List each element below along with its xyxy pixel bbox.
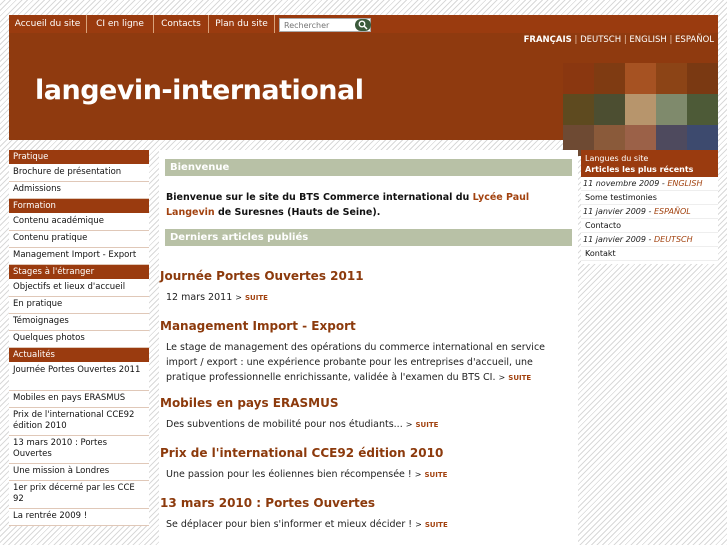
menu-item-photos[interactable]: Quelques photos xyxy=(9,331,149,348)
article-text: Une passion pour les éoliennes bien réco… xyxy=(166,469,412,480)
arrow-icon: > xyxy=(414,470,422,479)
mosaic-tile xyxy=(687,94,718,125)
menu-item-contenu-academique[interactable]: Contenu académique xyxy=(9,214,149,231)
menu-item-portes-ouvertes-2010[interactable]: 13 mars 2010 : Portes Ouvertes xyxy=(9,436,149,464)
mosaic-tile xyxy=(656,94,687,125)
menu-item-temoignages[interactable]: Témoignages xyxy=(9,314,149,331)
menu-item-prix-cce92[interactable]: Prix de l'international CCE92 édition 20… xyxy=(9,408,149,436)
article-summary: 12 mars 2011 > SUITE xyxy=(166,290,566,306)
article-language[interactable]: DEUTSCH xyxy=(654,235,693,244)
recent-article-date: 11 novembre 2009 - ENGLISH xyxy=(581,177,718,191)
article-summary: Des subventions de mobilité pour nos étu… xyxy=(166,417,566,433)
menu-section-formation[interactable]: Formation xyxy=(9,199,149,214)
mosaic-tile xyxy=(594,94,625,125)
date-text: 11 novembre 2009 xyxy=(583,179,660,188)
recent-article-date: 11 janvier 2009 - ESPAÑOL xyxy=(581,205,718,219)
arrow-icon: > xyxy=(415,520,422,529)
date-separator: - xyxy=(646,207,654,216)
left-menu: Pratique Brochure de présentation Admiss… xyxy=(9,150,149,526)
date-text: 11 janvier 2009 xyxy=(583,235,646,244)
welcome-text-end: de Suresnes (Hauts de Seine). xyxy=(214,207,381,218)
article-title[interactable]: Prix de l'international CCE92 édition 20… xyxy=(160,446,443,460)
lang-espanol[interactable]: ESPAÑOL xyxy=(675,35,714,45)
search-button[interactable] xyxy=(355,19,371,31)
lang-francais[interactable]: FRANÇAIS xyxy=(524,35,572,45)
article-summary: Une passion pour les éoliennes bien réco… xyxy=(166,467,566,483)
site-languages-title: Langues du site xyxy=(585,154,649,163)
suite-link[interactable]: SUITE xyxy=(245,294,268,302)
article-title[interactable]: 13 mars 2010 : Portes Ouvertes xyxy=(160,496,375,510)
lang-separator: | xyxy=(669,35,673,45)
mosaic-tile xyxy=(563,63,594,94)
recent-article-link[interactable]: Kontakt xyxy=(581,247,718,261)
article-language[interactable]: ESPAÑOL xyxy=(654,207,691,216)
article-text: Le stage de management des opérations du… xyxy=(166,342,546,383)
suite-link[interactable]: SUITE xyxy=(424,471,447,479)
mosaic-tile xyxy=(563,94,594,125)
welcome-text: Bienvenue sur le site du BTS Commerce in… xyxy=(166,190,566,220)
arrow-icon: > xyxy=(498,373,506,382)
menu-section-stages[interactable]: Stages à l'étranger xyxy=(9,265,149,280)
menu-section-actualites[interactable]: Actualités xyxy=(9,348,149,363)
nav-contacts[interactable]: Contacts xyxy=(154,15,209,33)
lang-english[interactable]: ENGLISH xyxy=(629,35,666,45)
suite-link[interactable]: SUITE xyxy=(425,521,448,529)
search-icon xyxy=(358,20,368,30)
mosaic-tile xyxy=(625,94,656,125)
article-summary: Se déplacer pour bien s'informer et mieu… xyxy=(166,517,566,533)
menu-item-admissions[interactable]: Admissions xyxy=(9,182,149,199)
lang-separator: | xyxy=(623,35,627,45)
article-language[interactable]: ENGLISH xyxy=(667,179,702,188)
article-text: 12 mars 2011 xyxy=(166,292,233,303)
main-content: Bienvenue Bienvenue sur le site du BTS C… xyxy=(159,150,578,545)
menu-item-rentree-2009[interactable]: La rentrée 2009 ! xyxy=(9,509,149,526)
arrow-icon: > xyxy=(405,420,413,429)
date-separator: - xyxy=(646,235,654,244)
recent-article-link[interactable]: Some testimonies xyxy=(581,191,718,205)
right-column: Langues du site Articles les plus récent… xyxy=(581,150,718,264)
suite-link[interactable]: SUITE xyxy=(415,421,438,429)
nav-plan-du-site[interactable]: Plan du site xyxy=(209,15,275,33)
site-header: FRANÇAIS | DEUTSCH | ENGLISH | ESPAÑOL l… xyxy=(9,33,718,156)
menu-item-en-pratique[interactable]: En pratique xyxy=(9,297,149,314)
article-title[interactable]: Mobiles en pays ERASMUS xyxy=(160,396,338,410)
article-text: Se déplacer pour bien s'informer et mieu… xyxy=(166,519,413,530)
menu-item-1er-prix[interactable]: 1er prix décerné par les CCE 92 xyxy=(9,481,149,509)
recent-article-link[interactable]: Contacto xyxy=(581,219,718,233)
article-title[interactable]: Management Import - Export xyxy=(160,319,356,333)
welcome-text-start: Bienvenue sur le site du BTS Commerce in… xyxy=(166,192,473,203)
mosaic-tile xyxy=(687,63,718,94)
menu-item-jpo-2011[interactable]: Journée Portes Ouvertes 2011 xyxy=(9,363,149,391)
article-text: Des subventions de mobilité pour nos étu… xyxy=(166,419,403,430)
date-text: 11 janvier 2009 xyxy=(583,207,646,216)
article-summary: Le stage de management des opérations du… xyxy=(166,340,566,386)
header-mosaic-image xyxy=(556,63,718,156)
menu-item-brochure[interactable]: Brochure de présentation xyxy=(9,165,149,182)
menu-item-contenu-pratique[interactable]: Contenu pratique xyxy=(9,231,149,248)
article-title[interactable]: Journée Portes Ouvertes 2011 xyxy=(160,269,364,283)
menu-item-erasmus[interactable]: Mobiles en pays ERASMUS xyxy=(9,391,149,408)
recent-articles-title: Articles les plus récents xyxy=(585,165,694,174)
menu-section-pratique[interactable]: Pratique xyxy=(9,150,149,165)
lang-deutsch[interactable]: DEUTSCH xyxy=(580,35,621,45)
mosaic-tile xyxy=(625,63,656,94)
language-switcher: FRANÇAIS | DEUTSCH | ENGLISH | ESPAÑOL xyxy=(524,35,714,45)
site-title[interactable]: langevin-international xyxy=(35,75,364,106)
recent-article-date: 11 janvier 2009 - DEUTSCH xyxy=(581,233,718,247)
right-column-heading: Langues du site Articles les plus récent… xyxy=(581,150,718,177)
menu-item-mission-londres[interactable]: Une mission à Londres xyxy=(9,464,149,481)
menu-item-objectifs[interactable]: Objectifs et lieux d'accueil xyxy=(9,280,149,297)
nav-accueil[interactable]: Accueil du site xyxy=(9,15,87,33)
arrow-icon: > xyxy=(235,293,242,302)
top-navigation: Accueil du site CI en ligne Contacts Pla… xyxy=(9,15,718,33)
latest-articles-heading: Derniers articles publiés xyxy=(165,229,572,246)
mosaic-tile xyxy=(656,63,687,94)
menu-item-management-import-export[interactable]: Management Import - Export xyxy=(9,248,149,265)
welcome-heading: Bienvenue xyxy=(165,159,572,176)
lang-separator: | xyxy=(574,35,578,45)
mosaic-tile xyxy=(594,63,625,94)
suite-link[interactable]: SUITE xyxy=(508,374,531,382)
nav-ci-en-ligne[interactable]: CI en ligne xyxy=(87,15,154,33)
